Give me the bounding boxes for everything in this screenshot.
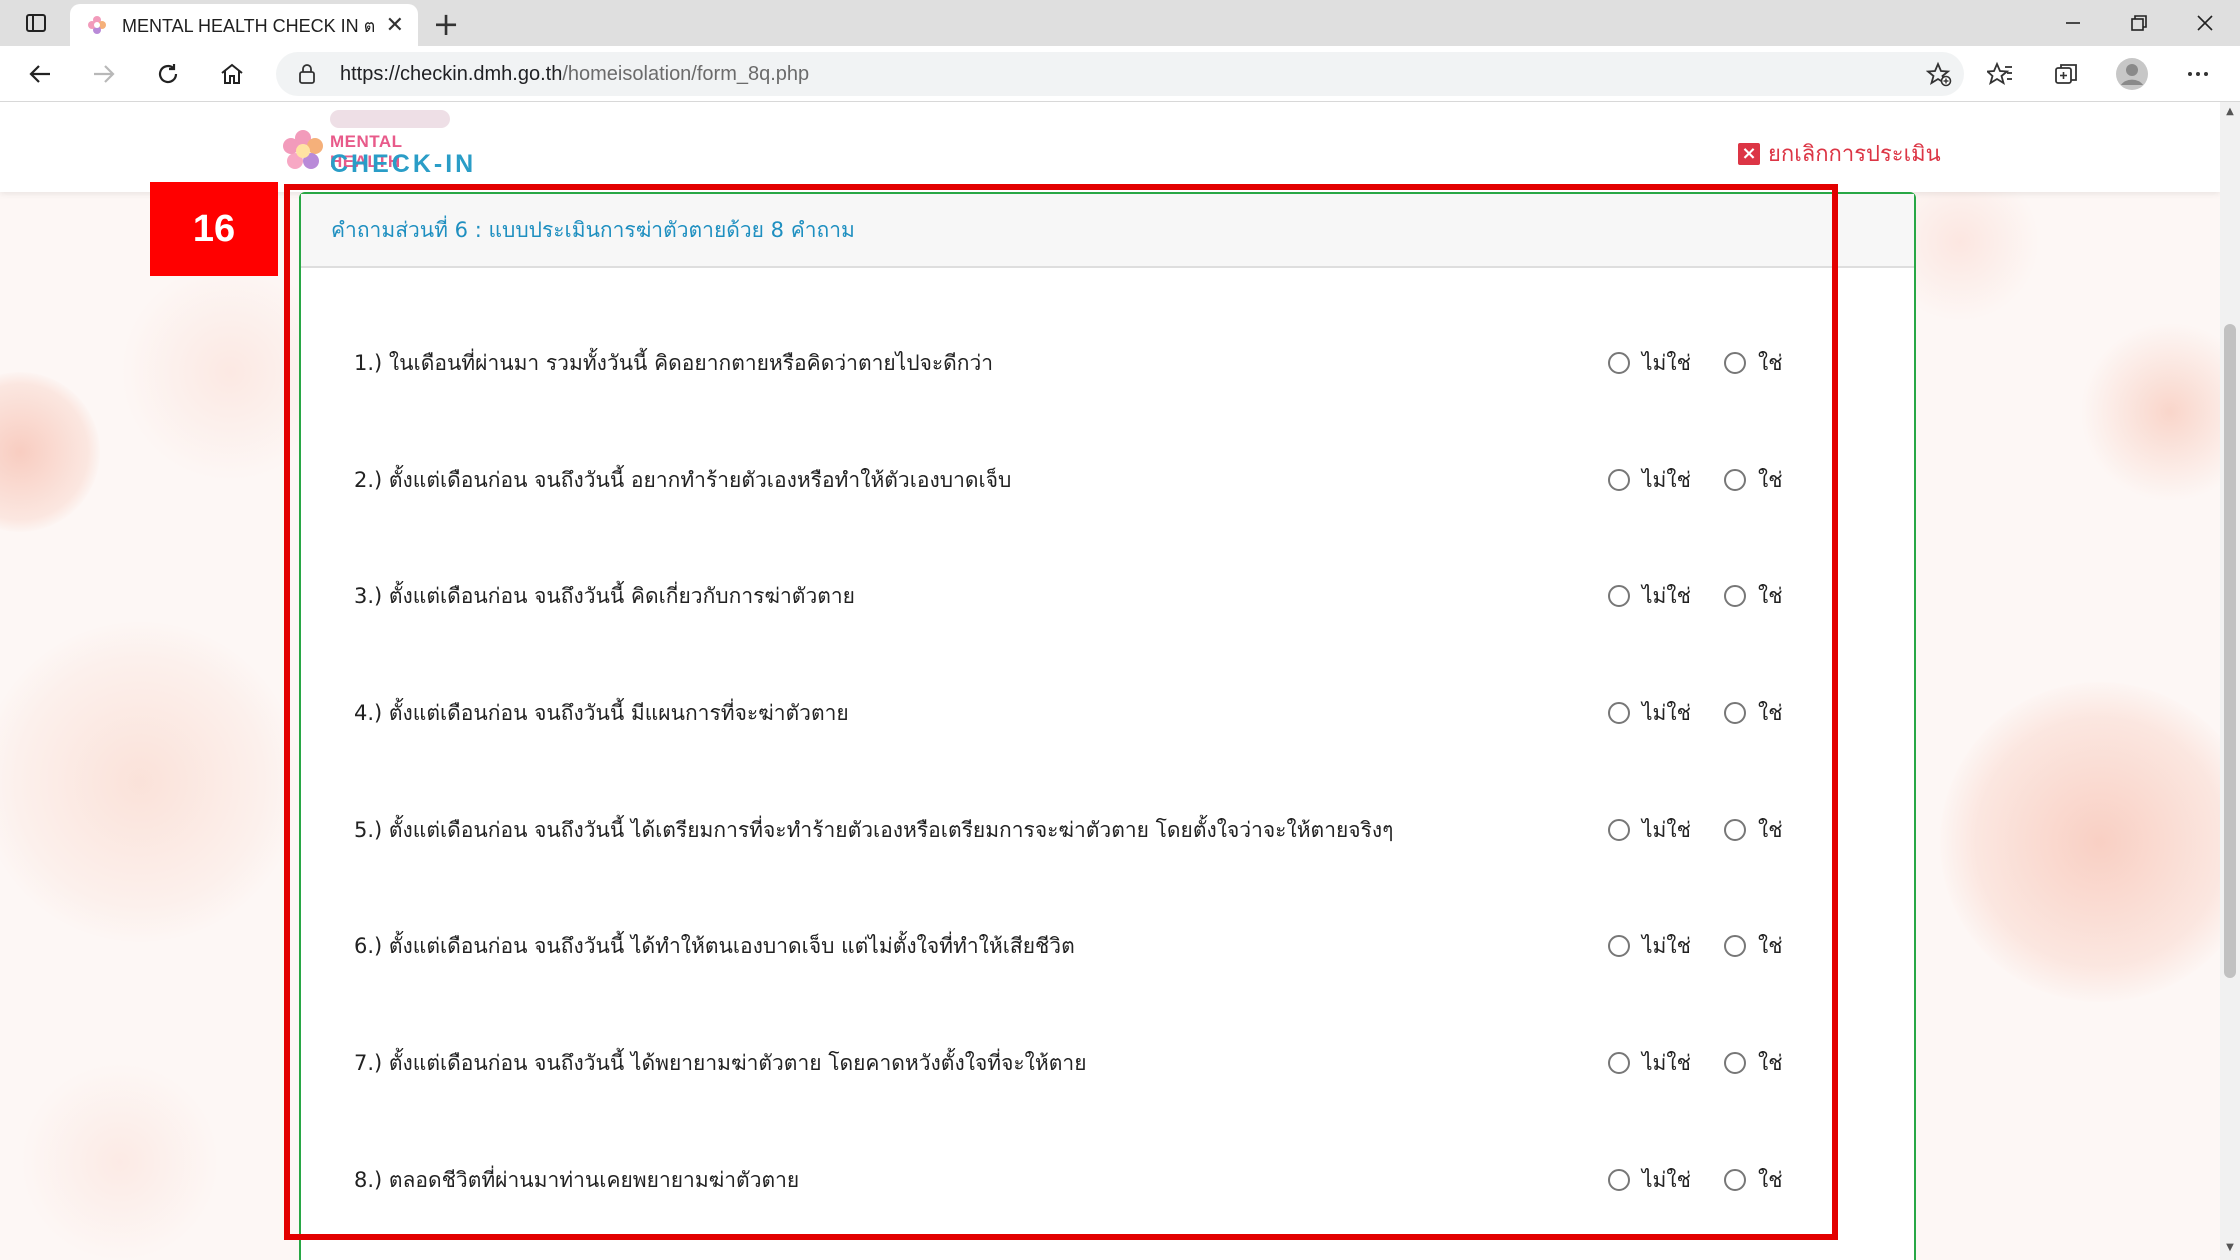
- tab-close-icon[interactable]: ✕: [386, 13, 404, 38]
- scroll-down-icon[interactable]: ▼: [2224, 1242, 2236, 1254]
- annotation-highlight-frame: [284, 184, 1838, 1240]
- lock-icon[interactable]: [294, 61, 320, 87]
- background-virus-icon: [20, 1062, 220, 1260]
- page-scrollbar[interactable]: ▲ ▼: [2220, 102, 2240, 1260]
- address-bar[interactable]: https://checkin.dmh.go.th/homeisolation/…: [276, 52, 1964, 96]
- cancel-label: ยกเลิกการประเมิน: [1768, 142, 1941, 167]
- background-virus-icon: [0, 372, 100, 532]
- cancel-assessment-link[interactable]: × ยกเลิกการประเมิน: [1738, 136, 1941, 171]
- url-host: https://checkin.dmh.go.th: [340, 62, 563, 85]
- window-close-icon[interactable]: [2172, 0, 2238, 46]
- background-virus-icon: [1940, 682, 2220, 1002]
- site-header: MENTAL HEALTH CHECK-IN × ยกเลิกการประเมิ…: [0, 102, 2220, 192]
- refresh-icon[interactable]: [146, 54, 190, 94]
- tab-actions-icon[interactable]: [14, 8, 58, 38]
- restore-icon[interactable]: [2106, 0, 2172, 46]
- cancel-x-icon: ×: [1738, 142, 1760, 165]
- collections-icon[interactable]: [2044, 54, 2088, 94]
- more-options-icon[interactable]: [2176, 54, 2220, 94]
- minimize-icon[interactable]: [2040, 0, 2106, 46]
- url-text: https://checkin.dmh.go.th/homeisolation/…: [340, 63, 809, 86]
- scroll-up-icon[interactable]: ▲: [2224, 106, 2236, 118]
- logo-flower-icon: [283, 130, 323, 169]
- favorites-icon[interactable]: [1978, 54, 2022, 94]
- profile-avatar-icon[interactable]: [2110, 54, 2154, 94]
- browser-tab-active[interactable]: MENTAL HEALTH CHECK IN ตรวจ ✕: [70, 4, 418, 46]
- forward-arrow-icon[interactable]: [82, 54, 126, 94]
- step-number-badge: 16: [150, 182, 278, 276]
- add-favorite-icon[interactable]: [1924, 59, 1954, 89]
- url-path: /homeisolation/form_8q.php: [562, 62, 810, 85]
- tab-title: MENTAL HEALTH CHECK IN ตรวจ: [121, 15, 376, 36]
- site-favicon-icon: [84, 12, 110, 38]
- browser-tab-strip: MENTAL HEALTH CHECK IN ตรวจ ✕ +: [0, 0, 2240, 46]
- background-virus-icon: [2080, 322, 2220, 502]
- background-virus-icon: [0, 622, 300, 942]
- back-arrow-icon[interactable]: [18, 54, 62, 94]
- home-icon[interactable]: [210, 54, 254, 94]
- browser-toolbar: https://checkin.dmh.go.th/homeisolation/…: [0, 46, 2240, 102]
- scrollbar-thumb[interactable]: [2224, 324, 2236, 978]
- logo-line2: CHECK-IN: [330, 150, 477, 178]
- site-logo[interactable]: MENTAL HEALTH CHECK-IN: [278, 110, 478, 186]
- logo-tagline: [330, 110, 450, 128]
- new-tab-button[interactable]: +: [428, 5, 464, 43]
